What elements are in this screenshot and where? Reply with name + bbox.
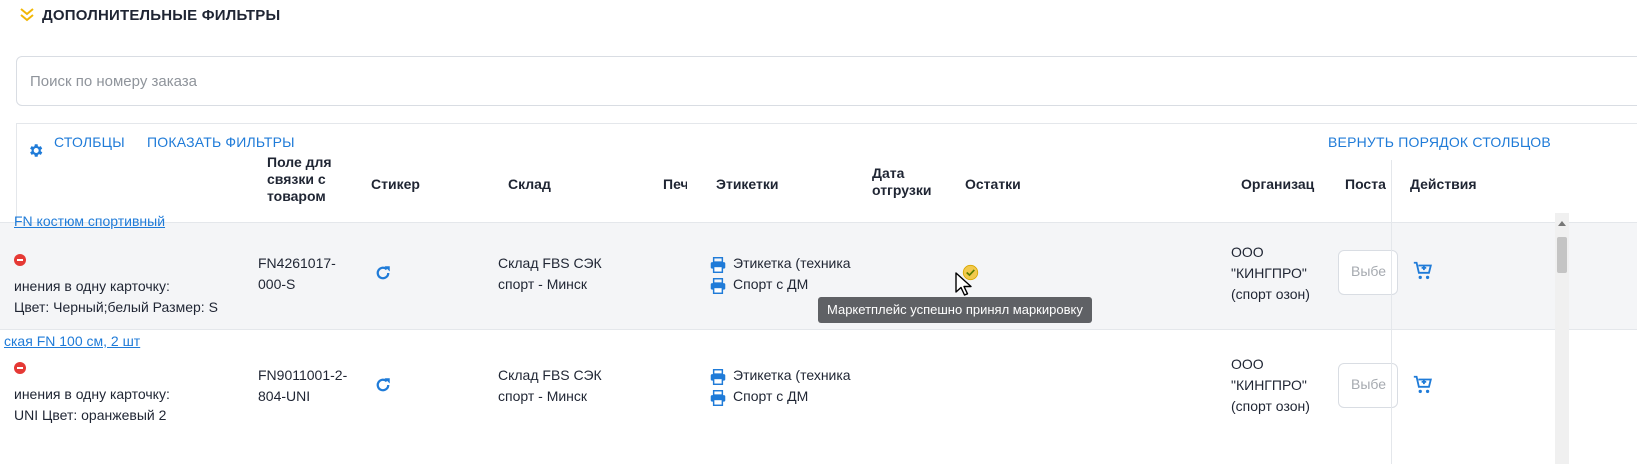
printer-icon[interactable] xyxy=(709,257,727,273)
merge-card-text: инения в одну карточку: xyxy=(14,386,170,402)
supplier-select-placeholder: Выбе xyxy=(1351,263,1387,279)
marking-status-tooltip: Маркетплейс успешно принял маркировку xyxy=(818,297,1092,323)
column-header-stock[interactable]: Остатки xyxy=(965,176,1021,193)
order-search-input[interactable] xyxy=(17,57,1637,105)
column-header-ship-date[interactable]: Дата отгрузки xyxy=(872,165,942,199)
column-header-organization[interactable]: Организац xyxy=(1241,176,1316,193)
gear-icon[interactable] xyxy=(27,142,44,159)
link-field-value: FN9011001-2-804-UNI xyxy=(258,367,348,404)
supplier-select[interactable]: Выбе xyxy=(1338,363,1398,408)
column-header-warehouse[interactable]: Склад xyxy=(508,176,551,193)
columns-button[interactable]: СТОЛБЦЫ xyxy=(54,134,125,150)
warehouse-value: Склад FBS СЭК спорт - Минск xyxy=(498,367,602,404)
label-technical-link[interactable]: Этикетка (техника xyxy=(733,365,855,386)
actions-column: Действия xyxy=(1391,160,1637,464)
column-header-labels[interactable]: Этикетки xyxy=(716,176,779,193)
merge-card-text: инения в одну карточку: xyxy=(14,278,170,294)
refresh-sticker-icon[interactable] xyxy=(374,264,392,282)
column-header-actions: Действия xyxy=(1410,176,1477,192)
add-to-cart-icon[interactable] xyxy=(1412,260,1434,282)
double-chevron-down-icon xyxy=(20,8,34,22)
column-header-sticker[interactable]: Стикер xyxy=(371,176,420,193)
printer-icon[interactable] xyxy=(709,278,727,294)
product-link[interactable]: ская FN 100 см, 2 шт xyxy=(4,333,140,349)
refresh-sticker-icon[interactable] xyxy=(374,376,392,394)
organization-value: ООО "КИНГПРО" (спорт озон) xyxy=(1231,244,1310,302)
product-attributes: UNI Цвет: оранжевый 2 xyxy=(14,407,167,423)
scroll-up-arrow-icon[interactable] xyxy=(1558,221,1566,226)
reset-column-order-button[interactable]: ВЕРНУТЬ ПОРЯДОК СТОЛБЦОВ xyxy=(1328,134,1551,150)
additional-filters-toggle[interactable]: ДОПОЛНИТЕЛЬНЫЕ ФИЛЬТРЫ xyxy=(18,6,280,24)
label-dm-link[interactable]: Спорт с ДМ xyxy=(733,386,808,407)
label-technical-link[interactable]: Этикетка (техника xyxy=(733,253,855,274)
mouse-cursor-icon xyxy=(955,272,972,296)
additional-filters-title: ДОПОЛНИТЕЛЬНЫЕ ФИЛЬТРЫ xyxy=(42,6,281,24)
warehouse-value: Склад FBS СЭК спорт - Минск xyxy=(498,255,602,292)
column-header-link-field[interactable]: Поле для связки с товаром xyxy=(267,154,359,205)
column-header-print[interactable]: Печ xyxy=(663,176,687,193)
organization-value: ООО "КИНГПРО" (спорт озон) xyxy=(1231,356,1310,414)
order-search-field[interactable] xyxy=(16,56,1637,106)
table-scrollbar[interactable] xyxy=(1555,213,1569,464)
show-filters-button[interactable]: ПОКАЗАТЬ ФИЛЬТРЫ xyxy=(147,134,295,150)
product-attributes: Цвет: Черный;белый Размер: S xyxy=(14,299,218,315)
add-to-cart-icon[interactable] xyxy=(1412,374,1434,396)
label-dm-link[interactable]: Спорт с ДМ xyxy=(733,274,808,295)
supplier-select-placeholder: Выбе xyxy=(1351,376,1387,392)
scrollbar-thumb[interactable] xyxy=(1557,237,1567,273)
marketplace-logo-icon xyxy=(14,254,26,266)
column-header-supplier[interactable]: Поста xyxy=(1345,176,1390,193)
supplier-select[interactable]: Выбе xyxy=(1338,250,1398,295)
marketplace-logo-icon xyxy=(14,362,26,374)
printer-icon[interactable] xyxy=(709,369,727,385)
product-link[interactable]: FN костюм спортивный xyxy=(14,213,165,229)
printer-icon[interactable] xyxy=(709,390,727,406)
link-field-value: FN4261017-000-S xyxy=(258,255,336,292)
